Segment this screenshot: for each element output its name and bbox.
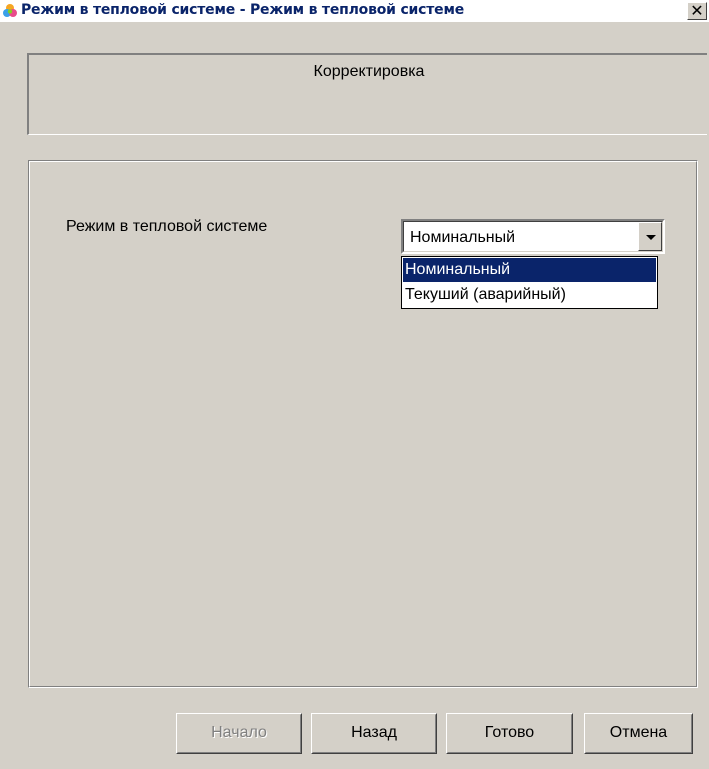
- back-button[interactable]: Назад: [311, 713, 437, 754]
- mode-field-label: Режим в тепловой системе: [66, 218, 268, 235]
- dialog-window: Режим в тепловой системе - Режим в тепло…: [0, 0, 709, 769]
- title-bar[interactable]: Режим в тепловой системе - Режим в тепло…: [0, 0, 709, 22]
- window-title: Режим в тепловой системе - Режим в тепло…: [21, 2, 464, 18]
- combo-selected-value: Номинальный: [410, 229, 516, 246]
- chevron-down-icon: [646, 235, 656, 240]
- mode-dropdown-list: Номинальный Текуший (аварийный): [401, 256, 658, 309]
- app-icon: [3, 4, 17, 17]
- finish-button[interactable]: Готово: [446, 713, 573, 754]
- header-title: Корректировка: [313, 63, 425, 80]
- combo-dropdown-button[interactable]: [638, 222, 662, 251]
- close-icon: ✕: [690, 1, 704, 20]
- start-button[interactable]: Начало: [176, 713, 302, 754]
- dropdown-option-nominal[interactable]: Номинальный: [403, 258, 656, 282]
- dropdown-option-current-emergency[interactable]: Текуший (аварийный): [403, 283, 656, 307]
- header-panel: Корректировка: [27, 53, 707, 135]
- close-button[interactable]: ✕: [687, 2, 707, 20]
- cancel-button[interactable]: Отмена: [584, 713, 693, 754]
- mode-combobox[interactable]: Номинальный: [401, 219, 665, 254]
